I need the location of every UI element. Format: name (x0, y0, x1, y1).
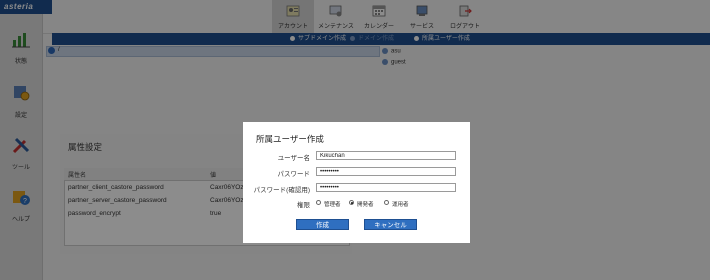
dialog-title: 所属ユーザー作成 (256, 134, 324, 144)
role-label: 権限 (297, 202, 310, 209)
role-operator-label: 運用者 (392, 202, 409, 208)
role-developer-radio[interactable] (349, 200, 354, 205)
password-label: パスワード (277, 171, 311, 178)
password-confirm-label: パスワード(確認用) (253, 187, 310, 194)
cancel-button[interactable]: キャンセル (364, 219, 417, 230)
role-admin-label: 管理者 (324, 202, 341, 208)
role-admin-radio[interactable] (316, 200, 321, 205)
create-button[interactable]: 作成 (296, 219, 349, 230)
password-field[interactable] (316, 167, 456, 176)
role-operator-radio[interactable] (384, 200, 389, 205)
username-label: ユーザー名 (277, 155, 310, 162)
username-field[interactable] (316, 151, 456, 160)
password-confirm-field[interactable] (316, 183, 456, 192)
role-developer-label: 開発者 (357, 202, 374, 208)
